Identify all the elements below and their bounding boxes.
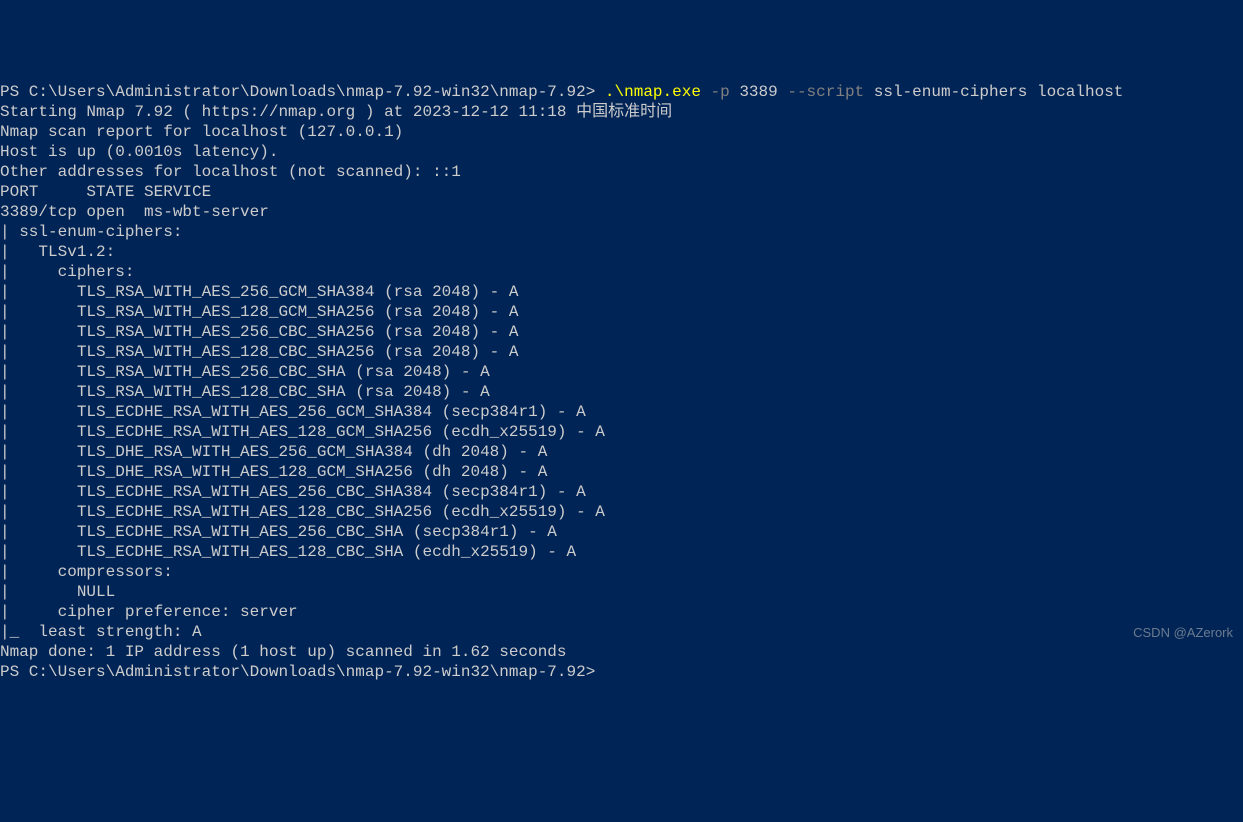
cipher-item: | TLS_RSA_WITH_AES_256_GCM_SHA384 (rsa 2…	[0, 282, 1243, 302]
cipher-item: | TLS_RSA_WITH_AES_128_CBC_SHA256 (rsa 2…	[0, 342, 1243, 362]
cipher-item: | TLS_RSA_WITH_AES_256_CBC_SHA256 (rsa 2…	[0, 322, 1243, 342]
command-line-1: PS C:\Users\Administrator\Downloads\nmap…	[0, 82, 1243, 102]
tls-version: | TLSv1.2:	[0, 242, 1243, 262]
script-output: | ssl-enum-ciphers:	[0, 222, 1243, 242]
cipher-item: | TLS_RSA_WITH_AES_128_GCM_SHA256 (rsa 2…	[0, 302, 1243, 322]
cipher-item: | TLS_ECDHE_RSA_WITH_AES_128_GCM_SHA256 …	[0, 422, 1243, 442]
prompt-path: PS C:\Users\Administrator\Downloads\nmap…	[0, 83, 605, 101]
output-line: Host is up (0.0010s latency).	[0, 142, 1243, 162]
output-line: Nmap scan report for localhost (127.0.0.…	[0, 122, 1243, 142]
least-strength: |_ least strength: A	[0, 622, 1243, 642]
powershell-terminal[interactable]: PS C:\Users\Administrator\Downloads\nmap…	[0, 80, 1243, 682]
output-header-port: PORT STATE SERVICE	[0, 182, 1243, 202]
cipher-item: | TLS_ECDHE_RSA_WITH_AES_256_CBC_SHA (se…	[0, 522, 1243, 542]
cipher-item: | TLS_ECDHE_RSA_WITH_AES_256_GCM_SHA384 …	[0, 402, 1243, 422]
flag-script: --script	[778, 83, 874, 101]
cipher-preference: | cipher preference: server	[0, 602, 1243, 622]
cipher-item: | TLS_DHE_RSA_WITH_AES_128_GCM_SHA256 (d…	[0, 462, 1243, 482]
cipher-item: | TLS_ECDHE_RSA_WITH_AES_128_CBC_SHA256 …	[0, 502, 1243, 522]
ciphers-header: | ciphers:	[0, 262, 1243, 282]
command-executable: .\nmap.exe	[605, 83, 701, 101]
port-arg: 3389	[739, 83, 777, 101]
flag-p: -p	[701, 83, 739, 101]
command-line-2[interactable]: PS C:\Users\Administrator\Downloads\nmap…	[0, 662, 1243, 682]
output-port-state: 3389/tcp open ms-wbt-server	[0, 202, 1243, 222]
cipher-item: | TLS_RSA_WITH_AES_256_CBC_SHA (rsa 2048…	[0, 362, 1243, 382]
cipher-item: | TLS_DHE_RSA_WITH_AES_256_GCM_SHA384 (d…	[0, 442, 1243, 462]
output-line: Other addresses for localhost (not scann…	[0, 162, 1243, 182]
cipher-item: | TLS_ECDHE_RSA_WITH_AES_128_CBC_SHA (ec…	[0, 542, 1243, 562]
cipher-item: | TLS_RSA_WITH_AES_128_CBC_SHA (rsa 2048…	[0, 382, 1243, 402]
script-args: ssl-enum-ciphers localhost	[874, 83, 1124, 101]
compressor-item: | NULL	[0, 582, 1243, 602]
nmap-done: Nmap done: 1 IP address (1 host up) scan…	[0, 642, 1243, 662]
cipher-item: | TLS_ECDHE_RSA_WITH_AES_256_CBC_SHA384 …	[0, 482, 1243, 502]
compressors-header: | compressors:	[0, 562, 1243, 582]
output-line: Starting Nmap 7.92 ( https://nmap.org ) …	[0, 102, 1243, 122]
watermark: CSDN @AZerork	[1133, 623, 1233, 643]
prompt-path: PS C:\Users\Administrator\Downloads\nmap…	[0, 663, 605, 681]
